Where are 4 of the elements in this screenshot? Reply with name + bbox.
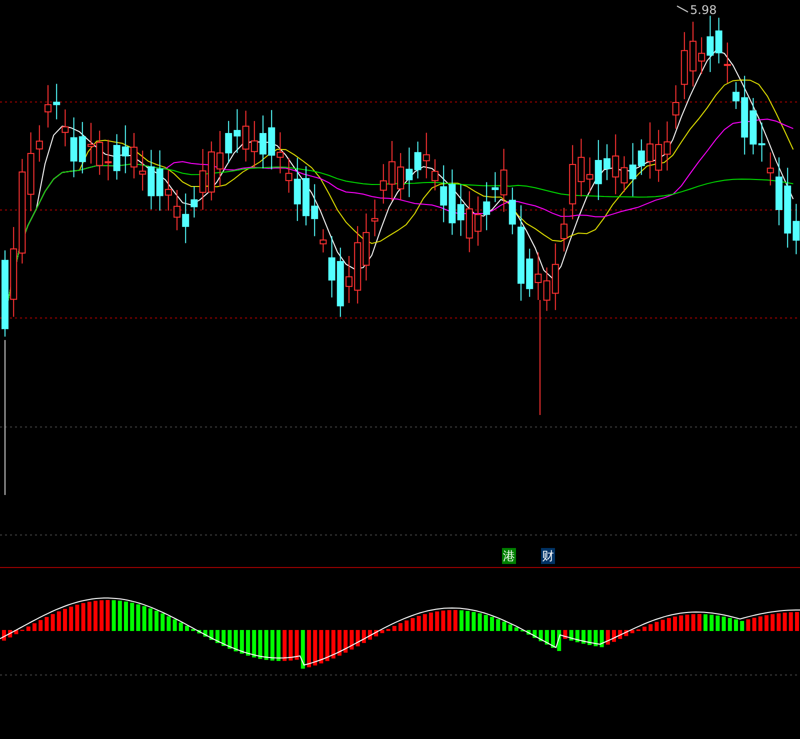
indicator-badge: 财 [541, 548, 555, 564]
high-price-label: 5.98 [690, 3, 717, 17]
indicator-badge: 港 [502, 548, 516, 564]
leader-line [676, 6, 688, 12]
